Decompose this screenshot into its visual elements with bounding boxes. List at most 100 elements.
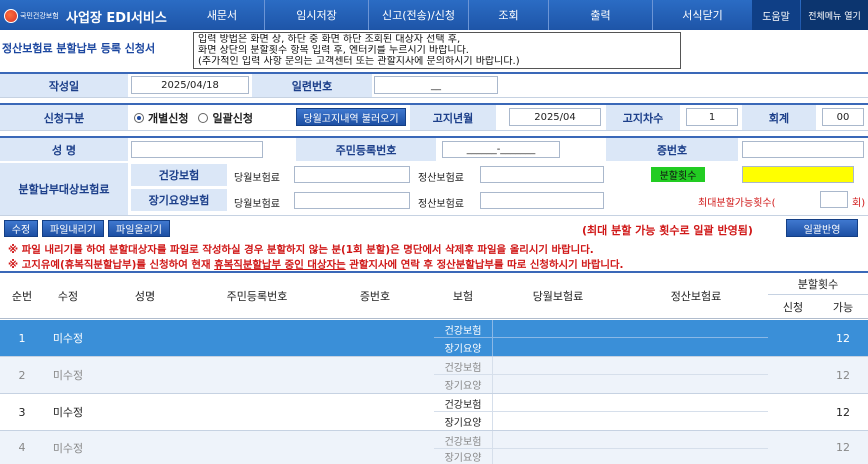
serial-number-label: 일련번호 xyxy=(252,74,372,97)
row-separator xyxy=(0,393,868,394)
menu-close-form[interactable]: 서식닫기 xyxy=(652,0,752,30)
col-cert[interactable]: 증번호 xyxy=(316,273,434,319)
fetch-monthly-notice-button[interactable]: 당월고지내역 불러오기 xyxy=(296,108,406,126)
cert-number-label: 증번호 xyxy=(606,138,738,161)
notice-line-2: 화면 상단의 분할횟수 항목 입력 후, 엔터키를 누르시기 바랍니다. xyxy=(198,45,469,56)
row-possible: 12 xyxy=(836,331,850,345)
health-current-label: 당월보험료 xyxy=(234,173,280,184)
name-label: 성 명 xyxy=(0,138,128,161)
row-ltc: 장기요양 xyxy=(444,453,482,464)
file-upload-button[interactable]: 파일올리기 xyxy=(108,220,170,237)
notice-line-1: 입력 방법은 화면 상, 하단 중 화면 하단 조회된 대상자 선택 후, xyxy=(198,34,461,45)
row-ltc: 장기요양 xyxy=(444,343,482,355)
row-edit-status: 미수정 xyxy=(52,369,84,382)
row-premium-cells[interactable] xyxy=(492,394,768,430)
name-field[interactable] xyxy=(131,141,263,158)
radio-bulk[interactable] xyxy=(198,113,209,123)
row-health: 건강보험 xyxy=(444,436,482,448)
notice-ym-label: 고지년월 xyxy=(410,105,496,130)
col-apply[interactable]: 신청 xyxy=(768,295,818,319)
rrn-field[interactable]: ______-_______ xyxy=(442,141,560,158)
row-possible: 12 xyxy=(836,368,850,382)
col-name[interactable]: 성명 xyxy=(92,273,198,319)
row-no: 3 xyxy=(18,405,26,419)
notice-seq-label: 고지차수 xyxy=(606,105,680,130)
health-settlement-field[interactable] xyxy=(480,166,604,183)
col-possible[interactable]: 가능 xyxy=(818,295,868,319)
rrn-label: 주민등록번호 xyxy=(296,138,436,161)
max-apply-note: (최대 분할 가능 횟수로 일괄 반영됨) xyxy=(582,224,753,237)
menu-submit[interactable]: 신고(전송)/신청 xyxy=(368,0,468,30)
row-premium-cells[interactable] xyxy=(492,357,768,393)
page-title: 정산보험료 분할납부 등록 신청서 xyxy=(2,42,156,55)
radio-bulk-label: 일괄신청 xyxy=(212,112,253,125)
notice-line-3: (추가적인 입력 사항 문의는 고객센터 또는 관할지사에 문의하시기 바랍니다… xyxy=(198,56,520,67)
warning-deferral-a: ※ 고지유예(휴복직분할납부)를 신청하여 현재 xyxy=(8,259,215,271)
row-possible: 12 xyxy=(836,405,850,419)
ltc-insurance-label: 장기요양보험 xyxy=(131,189,227,211)
notice-seq-field[interactable]: 1 xyxy=(686,108,738,126)
col-edit[interactable]: 수정 xyxy=(44,273,92,319)
col-no[interactable]: 순번 xyxy=(0,273,44,319)
menu-temp-save[interactable]: 임시저장 xyxy=(264,0,368,30)
ltc-settlement-label: 정산보험료 xyxy=(418,199,464,210)
menu-print[interactable]: 출력 xyxy=(548,0,652,30)
radio-individual-label: 개별신청 xyxy=(148,112,189,125)
col-insurance[interactable]: 보험 xyxy=(434,273,492,319)
table-row[interactable]: 1 미수정 건강보험 장기요양 12 xyxy=(0,320,868,356)
nhis-logo-icon xyxy=(4,9,18,23)
health-insurance-label: 건강보험 xyxy=(131,164,227,186)
row-ltc: 장기요양 xyxy=(444,417,482,429)
table-row[interactable]: 4 미수정 건강보험 장기요양 12 xyxy=(0,431,868,464)
notice-ym-field[interactable]: 2025/04 xyxy=(509,108,601,126)
row-edit-status: 미수정 xyxy=(52,406,84,419)
bulk-apply-button[interactable]: 일괄반영 xyxy=(786,219,858,237)
row-premium-cells[interactable] xyxy=(492,320,768,356)
written-date-field[interactable]: 2025/04/18 xyxy=(131,76,249,94)
grid-header: 순번 수정 성명 주민등록번호 증번호 보험 당월보험료 정산보험료 분할횟수 … xyxy=(0,271,868,319)
menu-new-document[interactable]: 새문서 xyxy=(180,0,264,30)
radio-individual[interactable] xyxy=(134,113,144,123)
all-menu-button[interactable]: 전체메뉴 열기 xyxy=(801,0,868,30)
input-instructions: 입력 방법은 화면 상, 하단 중 화면 하단 조회된 대상자 선택 후, 화면… xyxy=(193,32,681,69)
installments-field[interactable] xyxy=(742,166,854,183)
row-health: 건강보험 xyxy=(444,325,482,337)
col-rrn[interactable]: 주민등록번호 xyxy=(198,273,316,319)
row-premium-cells[interactable] xyxy=(492,431,768,464)
edit-button[interactable]: 수정 xyxy=(4,220,38,237)
row-no: 2 xyxy=(18,368,26,382)
session-field[interactable]: 00 xyxy=(822,108,864,126)
row-no: 4 xyxy=(18,441,26,454)
help-button[interactable]: 도움말 xyxy=(752,0,800,30)
row-ltc: 장기요양 xyxy=(444,380,482,392)
max-installments-unit: 회) xyxy=(852,198,866,209)
row-edit-status: 미수정 xyxy=(52,332,84,345)
row-no: 1 xyxy=(18,331,26,345)
warning-deferral-note: ※ 고지유예(휴복직분할납부)를 신청하여 현재 휴복직분할납부 중인 대상자는… xyxy=(8,256,623,271)
installment-target-label: 분할납부대상보험료 xyxy=(0,163,128,215)
installments-label: 분할횟수 xyxy=(651,167,705,182)
cert-number-field[interactable] xyxy=(742,141,864,158)
col-installments: 분할횟수 xyxy=(768,273,868,295)
health-settlement-label: 정산보험료 xyxy=(418,173,464,184)
health-current-field[interactable] xyxy=(294,166,410,183)
max-installments-field xyxy=(820,191,848,208)
row-separator xyxy=(0,430,868,431)
col-current[interactable]: 당월보험료 xyxy=(492,273,624,319)
warning-deferral-underlined: 휴복직분할납부 중인 대상자는 xyxy=(214,259,346,271)
serial-number-field: __ xyxy=(374,76,498,94)
nhis-logo: 국민건강보험 xyxy=(4,6,62,26)
ltc-current-field[interactable] xyxy=(294,192,410,209)
warning-file-note: ※ 파일 내리기를 하여 분할대상자를 파일로 작성하실 경우 분할하지 않는 … xyxy=(8,244,594,256)
menu-inquiry[interactable]: 조회 xyxy=(468,0,548,30)
apply-type-group: 개별신청 일괄신청 xyxy=(134,110,253,126)
table-row[interactable]: 3 미수정 건강보험 장기요양 12 xyxy=(0,394,868,430)
written-date-label: 작성일 xyxy=(0,74,128,97)
row-possible: 12 xyxy=(836,441,850,454)
file-download-button[interactable]: 파일내리기 xyxy=(42,220,104,237)
table-row[interactable]: 2 미수정 건강보험 장기요양 12 xyxy=(0,357,868,393)
ltc-settlement-field[interactable] xyxy=(480,192,604,209)
logo-text: 국민건강보험 xyxy=(20,12,59,20)
row-health: 건강보험 xyxy=(444,399,482,411)
col-settlement[interactable]: 정산보험료 xyxy=(624,273,768,319)
